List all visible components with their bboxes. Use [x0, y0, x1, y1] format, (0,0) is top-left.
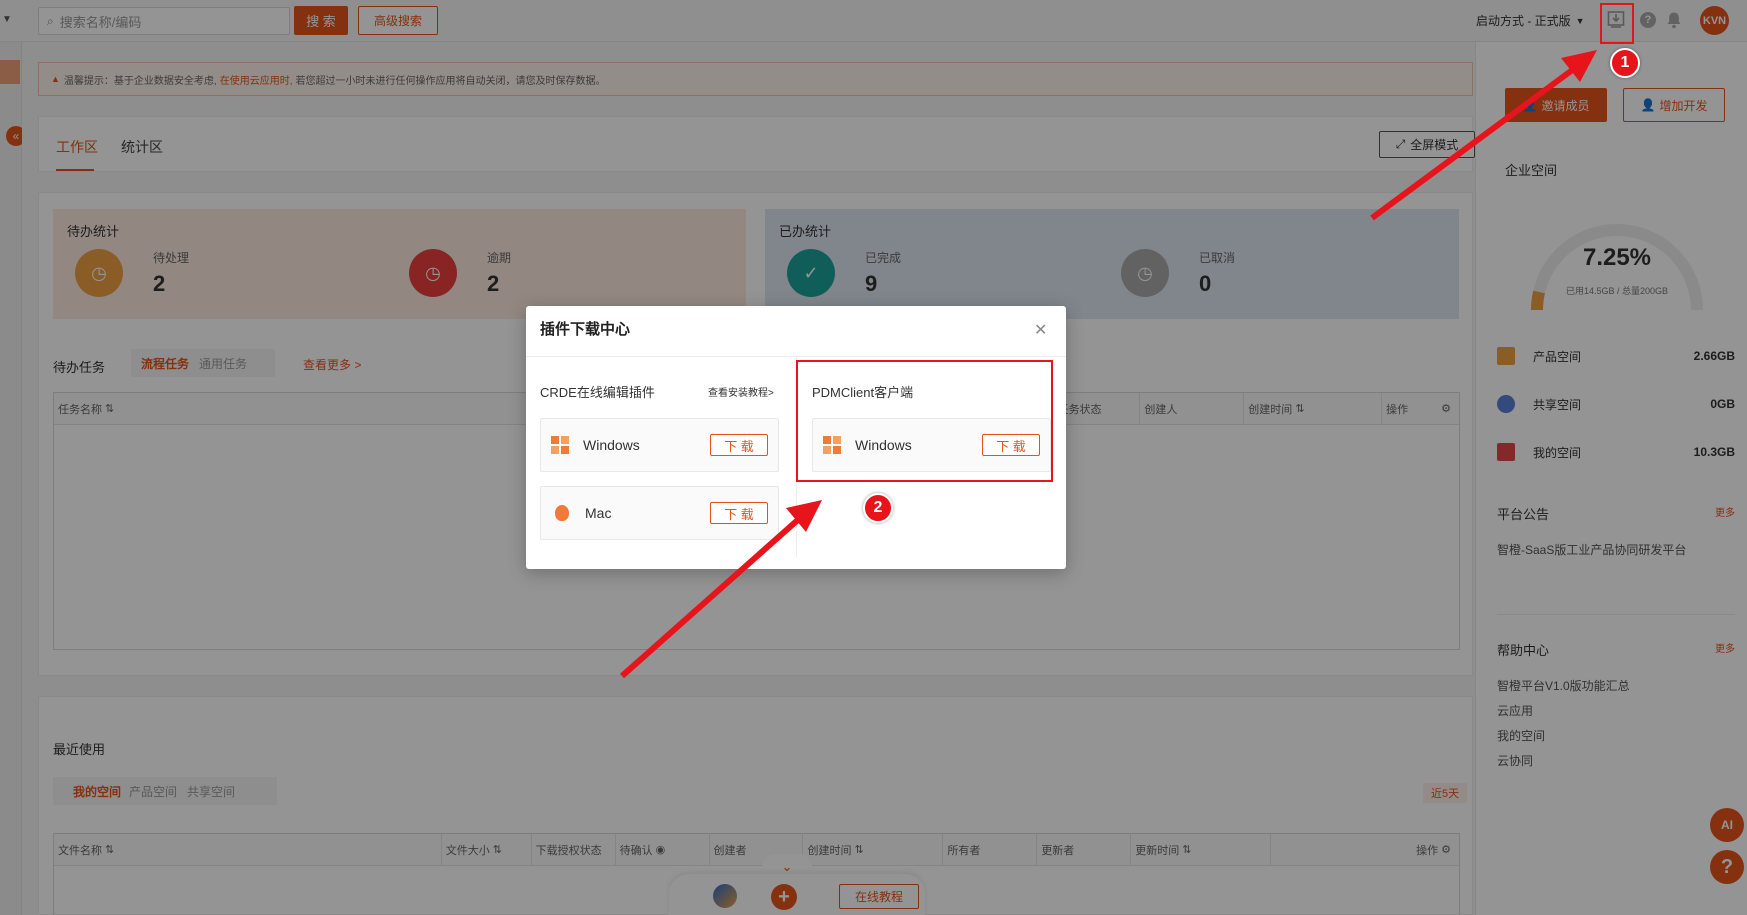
annotation-arrows	[620, 50, 1597, 679]
